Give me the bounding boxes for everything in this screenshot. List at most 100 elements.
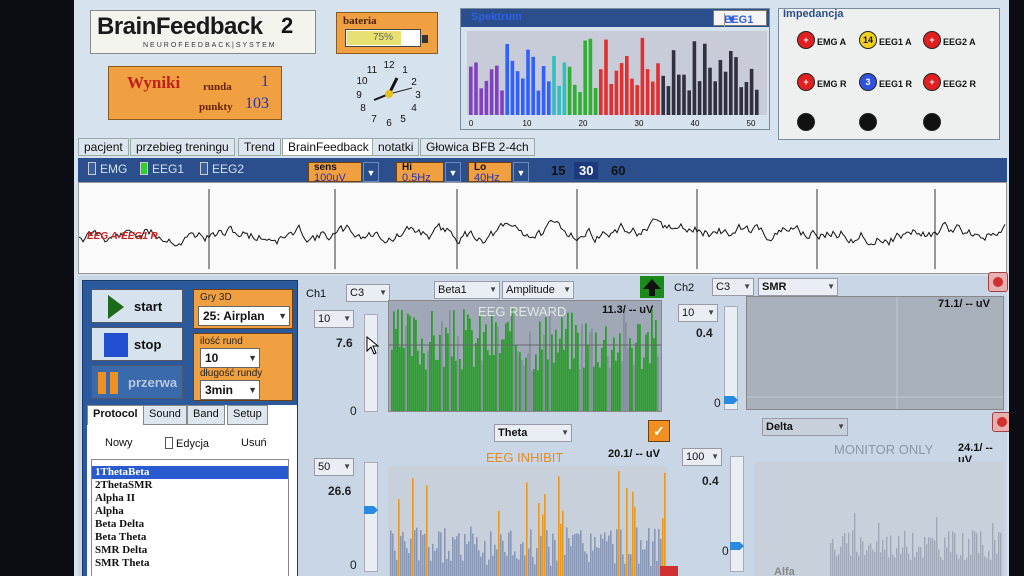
monitor-bar (852, 530, 854, 576)
pause-button[interactable]: przerwa (91, 365, 183, 399)
inhibit-bar (648, 528, 650, 576)
tab-band[interactable]: Band (187, 405, 225, 425)
game-select[interactable]: 25: Airplan ▼ (198, 306, 290, 326)
tab-protocol[interactable]: Protocol (87, 405, 144, 425)
ch2-scale1-select[interactable]: 10 ▼ (678, 304, 718, 322)
list-item[interactable]: Alpha II (92, 492, 288, 505)
protocol-list[interactable]: 1ThetaBeta 2ThetaSMR Alpha II Alpha Beta… (91, 459, 289, 576)
tab-trend[interactable]: Trend (238, 138, 281, 156)
ch1-band-select[interactable]: Beta1 ▼ (434, 281, 500, 299)
reward-bar (397, 309, 399, 411)
ch1-inhibit-threshold-slider[interactable] (364, 462, 378, 572)
ch1-electrode-select[interactable]: C3 ▼ (346, 284, 390, 302)
reward-bar (643, 357, 645, 411)
monitor-bar (994, 539, 996, 576)
checkbox-checked-icon (140, 162, 148, 175)
list-item[interactable]: SMR Theta (92, 557, 288, 570)
ch1-mode-select[interactable]: Amplitude ▼ (502, 281, 574, 299)
eeg2-checkbox[interactable]: EEG2 (200, 162, 244, 176)
reward-bar (551, 334, 553, 411)
tab-brainfeedback[interactable]: BrainFeedback (282, 138, 375, 156)
start-button[interactable]: start (91, 289, 183, 323)
inhibit-bar (402, 531, 404, 576)
tab-przebieg-treningu[interactable]: przebieg treningu (130, 138, 235, 156)
ch2-disabled-icon[interactable] (988, 272, 1008, 292)
inhibit-bar (442, 562, 444, 576)
monitor-bar (880, 552, 882, 576)
sens-select[interactable]: sens 100uV (308, 162, 362, 184)
ch2-band2-select[interactable]: Delta ▼ (762, 418, 848, 436)
reward-bar (477, 337, 479, 411)
chevron-down-icon: ▼ (837, 422, 845, 431)
ch2-electrode-select[interactable]: C3 ▼ (712, 278, 754, 296)
ch2-threshold2-slider[interactable] (730, 456, 744, 572)
monitor-bar (892, 554, 894, 576)
ch1-inhibit-band-select[interactable]: Theta ▼ (494, 424, 572, 442)
inhibit-bar (506, 555, 508, 576)
ch1-reward-scale-select[interactable]: 10 ▼ (314, 310, 354, 328)
chevron-down-icon: ▼ (489, 285, 497, 294)
edit-checkbox[interactable]: Edycja (165, 437, 209, 450)
chevron-down-icon[interactable]: ▼ (513, 162, 529, 182)
inhibit-bar (614, 563, 616, 576)
spectrum-header: Spektrum EEG1 ▼ (461, 9, 769, 27)
list-item[interactable]: Alpha (92, 505, 288, 518)
chevron-down-icon[interactable]: ▼ (363, 162, 379, 182)
inhibit-bar (596, 547, 598, 576)
monitor-bar (990, 559, 992, 576)
ch2-disabled-icon[interactable] (992, 412, 1009, 432)
round-settings-panel: ilość rund 10 ▼ długość rundy 3min ▼ (193, 333, 293, 401)
timebase-30-button[interactable]: 30 (574, 162, 599, 179)
inhibit-bar (544, 494, 546, 576)
tab-sound[interactable]: Sound (143, 405, 187, 425)
results-panel: Wyniki runda 1 punkty 103 (108, 66, 282, 120)
monitor-bar (906, 546, 908, 576)
eeg1-checkbox[interactable]: EEG1 (140, 162, 184, 176)
list-item[interactable]: 1ThetaBeta (92, 466, 288, 479)
ch2-band-select[interactable]: SMR ▼ (758, 278, 838, 296)
status-square-icon (660, 566, 678, 576)
inhibit-bar (468, 541, 470, 576)
lo-filter-select[interactable]: Lo 40Hz (468, 162, 512, 184)
inhibit-bar (430, 560, 432, 576)
reward-bar (515, 345, 517, 411)
list-item[interactable]: Beta Delta (92, 518, 288, 531)
reward-bar (563, 349, 565, 411)
electrode-label: EEG2 A (943, 37, 976, 47)
ch2-scale2-select[interactable]: 100 ▼ (682, 448, 722, 466)
stop-button[interactable]: stop (91, 327, 183, 361)
inhibit-bar (400, 535, 402, 576)
tab-pacjent[interactable]: pacjent (78, 138, 129, 156)
reward-bar (523, 365, 525, 411)
ch2-chart2 (754, 462, 1004, 576)
ch1-reward-threshold-slider[interactable] (364, 314, 378, 412)
reward-bar (433, 335, 435, 411)
arrow-up-icon[interactable] (640, 276, 664, 298)
ch2-threshold1-slider[interactable] (724, 306, 738, 410)
app-window: BrainFeedback 2 NEUROFEEDBACK|SYSTEM bat… (74, 0, 1009, 576)
inhibit-bar (618, 470, 620, 576)
tab-glowica[interactable]: Głowica BFB 2-4ch (420, 138, 535, 156)
tab-notatki[interactable]: notatki (372, 138, 420, 156)
ch1-inhibit-scale-value: 50 (318, 461, 331, 473)
ch1-inhibit-title: EEG INHIBIT (486, 450, 564, 465)
emg-checkbox[interactable]: EMG (88, 162, 127, 176)
electrode-label: EEG1 A (879, 37, 912, 47)
list-item[interactable]: Beta Theta (92, 531, 288, 544)
hi-filter-select[interactable]: Hi 0.5Hz (396, 162, 444, 184)
timebase-60-button[interactable]: 60 (606, 162, 631, 179)
inhibit-enable-checkbox[interactable]: ✓ (648, 420, 670, 442)
spectrum-channel-select[interactable]: EEG1 ▼ (713, 10, 767, 27)
timebase-15-button[interactable]: 15 (546, 162, 571, 179)
rounds-select[interactable]: 10 ▼ (200, 348, 260, 368)
list-item[interactable]: 2ThetaSMR (92, 479, 288, 492)
list-item[interactable]: SMR Delta (92, 544, 288, 557)
ch1-inhibit-scale-select[interactable]: 50 ▼ (314, 458, 354, 476)
chevron-down-icon[interactable]: ▼ (445, 162, 461, 182)
tab-setup[interactable]: Setup (227, 405, 268, 425)
new-protocol-button[interactable]: Nowy (105, 437, 133, 449)
round-length-select[interactable]: 3min ▼ (200, 380, 260, 400)
spectrum-bar (718, 60, 723, 115)
delete-protocol-button[interactable]: Usuń (241, 437, 267, 449)
spectrum-bar (619, 63, 624, 115)
